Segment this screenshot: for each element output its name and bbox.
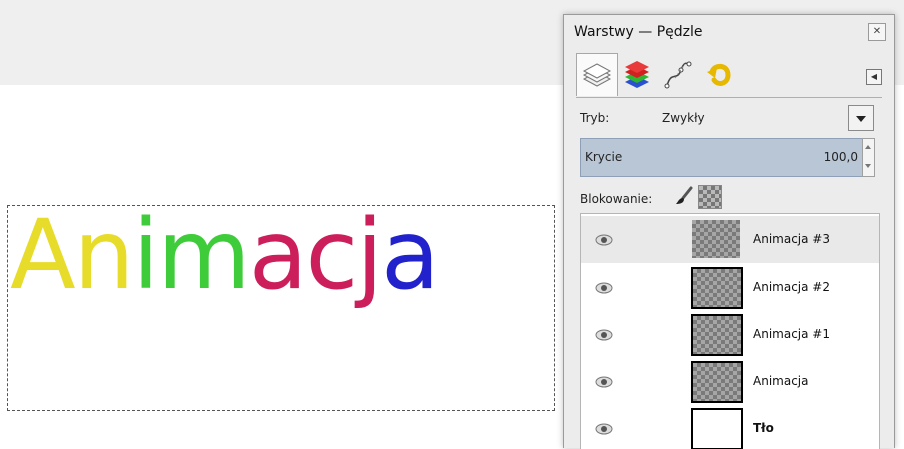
dock-title: Warstwy — Pędzle	[574, 24, 703, 40]
lock-label: Blokowanie:	[580, 192, 653, 206]
close-icon[interactable]: ✕	[868, 23, 886, 41]
opacity-spinner[interactable]	[862, 138, 875, 177]
divider	[576, 97, 882, 98]
opacity-value: 100,0	[823, 150, 858, 164]
layer-thumbnail	[691, 314, 743, 356]
layer-thumbnail	[691, 361, 743, 403]
layer-name: Animacja #2	[753, 280, 830, 294]
layer-name: Animacja #3	[753, 232, 830, 246]
eye-icon[interactable]	[595, 329, 613, 341]
chevron-down-icon[interactable]	[848, 105, 874, 131]
lock-alpha-icon[interactable]	[698, 185, 722, 209]
layer-name: Tło	[753, 421, 774, 435]
layers-dock: Warstwy — Pędzle ✕ ◀ Tryb: Zwykły Krycie…	[563, 14, 895, 449]
layers-icon[interactable]	[576, 53, 618, 96]
layer-name: Animacja	[753, 374, 809, 388]
list-item[interactable]: Animacja #3	[581, 216, 879, 263]
list-item[interactable]: Animacja #1	[581, 311, 879, 358]
layer-name: Animacja #1	[753, 327, 830, 341]
list-item[interactable]: Animacja	[581, 358, 879, 405]
eye-icon[interactable]	[595, 234, 613, 246]
layer-thumbnail	[692, 220, 740, 258]
dock-titlebar[interactable]: Warstwy — Pędzle ✕	[564, 15, 894, 49]
selection-marquee	[7, 205, 555, 411]
eye-icon[interactable]	[595, 282, 613, 294]
lock-pixels-icon[interactable]	[674, 186, 694, 206]
opacity-slider[interactable]: Krycie 100,0	[580, 138, 863, 177]
mode-select[interactable]: Zwykły	[662, 111, 705, 125]
list-item[interactable]: Animacja #2	[581, 264, 879, 311]
mode-label: Tryb:	[580, 111, 610, 125]
tab-menu-button[interactable]: ◀	[866, 69, 882, 85]
layers-list: Animacja #3 Animacja #2 Animacja #1 Anim…	[580, 213, 880, 449]
eye-icon[interactable]	[595, 376, 613, 388]
layer-thumbnail	[691, 408, 743, 449]
layer-thumbnail	[691, 267, 743, 309]
paths-icon[interactable]	[658, 53, 698, 95]
undo-history-icon[interactable]	[699, 53, 739, 95]
channels-icon[interactable]	[617, 53, 657, 95]
eye-icon[interactable]	[595, 423, 613, 435]
list-item[interactable]: Tło	[581, 405, 879, 449]
opacity-label: Krycie	[585, 150, 623, 164]
